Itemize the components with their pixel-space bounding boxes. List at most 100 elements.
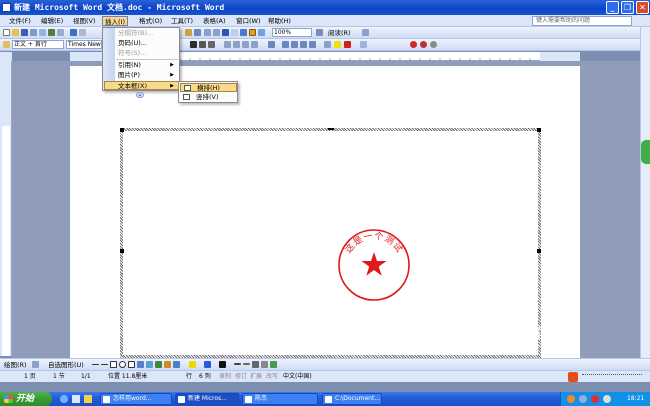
taskbar-item-0[interactable]: 怎样用word... xyxy=(100,393,172,405)
menu-window[interactable]: 窗口(W) xyxy=(234,16,263,26)
paste-icon[interactable] xyxy=(185,29,192,36)
submenu-item-vertical[interactable]: 竖排(V) xyxy=(180,93,237,102)
redo-icon[interactable] xyxy=(213,29,220,36)
line-style-icon[interactable] xyxy=(234,363,241,365)
wordart-icon[interactable] xyxy=(146,361,153,368)
3d-style-icon[interactable] xyxy=(270,361,277,368)
styles-pane-icon[interactable] xyxy=(3,41,10,48)
tables-borders-icon[interactable] xyxy=(231,29,238,36)
open-folder-icon[interactable] xyxy=(12,29,19,36)
diagram-icon[interactable] xyxy=(155,361,162,368)
style-select[interactable]: 正文 + 首行 xyxy=(12,40,64,49)
menu-item-page-numbers[interactable]: 页码(U)... xyxy=(118,39,178,48)
draw-menu-button[interactable]: 绘图(R) xyxy=(4,360,27,370)
ime-sogou-icon[interactable] xyxy=(568,372,578,382)
status-track-changes[interactable]: 修订 xyxy=(235,372,247,382)
vertical-textbox-tool-icon[interactable] xyxy=(137,361,144,368)
undo-icon[interactable] xyxy=(204,29,211,36)
clock[interactable]: 18:21 xyxy=(627,392,644,406)
new-document-icon[interactable] xyxy=(3,29,10,36)
textbox-tool-icon[interactable] xyxy=(128,361,135,368)
line-color-icon[interactable] xyxy=(204,361,211,368)
resize-handle-top[interactable] xyxy=(328,128,334,130)
tray-volume-icon[interactable] xyxy=(603,395,611,403)
border-icon[interactable] xyxy=(324,41,331,48)
resize-handle-left[interactable] xyxy=(120,249,124,253)
status-extend[interactable]: 扩展 xyxy=(250,372,262,382)
draw-font-color-icon[interactable] xyxy=(219,361,226,368)
ruler-corner[interactable] xyxy=(0,52,12,61)
taskbar-item-2[interactable]: 陈杰 xyxy=(242,393,318,405)
side-tab-icon[interactable] xyxy=(641,140,650,164)
menu-item-picture[interactable]: 图片(P) ▶ xyxy=(118,71,178,80)
toolbar-options-icon[interactable] xyxy=(362,29,369,36)
autoshapes-menu-button[interactable]: 自选图形(U) xyxy=(48,360,84,370)
menu-item-reference[interactable]: 引用(N) ▶ xyxy=(118,61,178,70)
bullets-icon[interactable] xyxy=(291,41,298,48)
shadow-style-icon[interactable] xyxy=(261,361,268,368)
font-color-icon[interactable] xyxy=(344,41,351,48)
align-center-icon[interactable] xyxy=(233,41,240,48)
highlight-icon[interactable] xyxy=(334,41,341,48)
zoom-select[interactable]: 100% xyxy=(272,28,312,37)
menu-item-text-box[interactable]: 文本框(X) ▶ xyxy=(104,81,179,90)
font-select[interactable]: Times New xyxy=(66,40,102,49)
insert-picture-icon[interactable] xyxy=(173,361,180,368)
close-button[interactable]: ✕ xyxy=(636,1,649,14)
align-left-icon[interactable] xyxy=(224,41,231,48)
read-mode-button[interactable]: 阅读(R) xyxy=(328,28,351,38)
columns-icon[interactable] xyxy=(258,29,265,36)
increase-indent-icon[interactable] xyxy=(309,41,316,48)
fill-color-icon[interactable] xyxy=(189,361,196,368)
mail-icon[interactable] xyxy=(39,29,46,36)
resize-handle-right[interactable] xyxy=(537,249,541,253)
menu-file[interactable]: 文件(F) xyxy=(7,16,33,26)
bold-icon[interactable] xyxy=(190,41,197,48)
status-overtype[interactable]: 改写 xyxy=(266,372,278,382)
clipart-icon[interactable] xyxy=(164,361,171,368)
quicklaunch-ie-icon[interactable] xyxy=(60,395,68,403)
permission-icon[interactable] xyxy=(30,29,37,36)
select-objects-icon[interactable] xyxy=(32,361,39,368)
print-icon[interactable] xyxy=(48,29,55,36)
resize-handle-top-right[interactable] xyxy=(537,128,541,132)
menu-tools[interactable]: 工具(T) xyxy=(169,16,195,26)
menu-view[interactable]: 视图(V) xyxy=(71,16,98,26)
line-tool-icon[interactable] xyxy=(92,364,99,365)
menu-format[interactable]: 格式(O) xyxy=(137,16,164,26)
insert-table-icon[interactable] xyxy=(240,29,247,36)
menu-edit[interactable]: 编辑(E) xyxy=(39,16,65,26)
maximize-button[interactable]: ❐ xyxy=(621,1,634,14)
rectangle-tool-icon[interactable] xyxy=(110,361,117,368)
resize-handle-top-left[interactable] xyxy=(120,128,124,132)
numbering-icon[interactable] xyxy=(282,41,289,48)
arrow-tool-icon[interactable] xyxy=(101,364,108,365)
line-spacing-icon[interactable] xyxy=(268,41,275,48)
taskbar-item-3[interactable]: C:\Document... xyxy=(322,393,382,405)
tray-network-icon[interactable] xyxy=(579,395,587,403)
format-painter-icon[interactable] xyxy=(194,29,201,36)
stop-icon[interactable] xyxy=(420,41,427,48)
oval-tool-icon[interactable] xyxy=(119,361,126,368)
arrow-style-icon[interactable] xyxy=(252,361,259,368)
help-icon[interactable] xyxy=(316,29,323,36)
start-button[interactable]: 开始 xyxy=(0,392,52,406)
justify-icon[interactable] xyxy=(251,41,258,48)
menu-help[interactable]: 帮助(H) xyxy=(266,16,293,26)
settings-gear-icon[interactable] xyxy=(430,41,437,48)
quicklaunch-desktop-icon[interactable] xyxy=(72,395,80,403)
submenu-item-horizontal[interactable]: 横排(H) xyxy=(180,83,237,92)
record-icon[interactable] xyxy=(410,41,417,48)
quicklaunch-folder-icon[interactable] xyxy=(84,395,92,403)
menu-expand-chevron-icon[interactable]: ⌄ xyxy=(136,92,144,98)
taskbar-item-1[interactable]: 新建 Micros... xyxy=(175,393,239,405)
menu-table[interactable]: 表格(A) xyxy=(201,16,228,26)
ime-toolbar[interactable] xyxy=(582,374,642,380)
minimize-button[interactable]: _ xyxy=(606,1,619,14)
spelling-icon[interactable] xyxy=(70,29,77,36)
status-record[interactable]: 录制 xyxy=(219,372,231,382)
italic-icon[interactable] xyxy=(199,41,206,48)
tray-icon[interactable] xyxy=(567,395,575,403)
decrease-indent-icon[interactable] xyxy=(300,41,307,48)
underline-icon[interactable] xyxy=(208,41,215,48)
